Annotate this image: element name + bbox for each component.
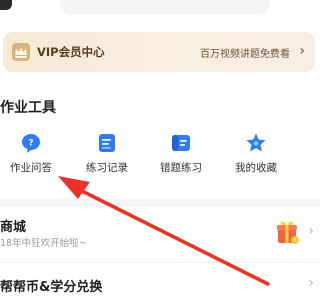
tool-my-favorites[interactable]: 我的收藏 <box>221 132 291 180</box>
vip-subtitle: 百万视频讲题免费看 <box>200 49 290 60</box>
exchange-title: 帮帮币&学分兑换 <box>0 280 103 295</box>
tool-wrong-question[interactable]: 错题练习 <box>146 132 216 180</box>
vip-center-banner[interactable]: VIP会员中心 百万视频讲题免费看 › <box>3 32 315 72</box>
tool-label: 我的收藏 <box>235 162 277 174</box>
tool-label: 错题练习 <box>160 162 202 174</box>
question-chat-icon: ? <box>22 134 40 153</box>
chevron-right-icon: › <box>308 275 314 291</box>
tool-practice-record[interactable]: 练习记录 <box>72 132 142 180</box>
row-divider <box>0 262 320 263</box>
wrong-question-icon <box>172 135 190 151</box>
header-fragment <box>60 0 270 14</box>
chevron-right-icon: › <box>308 223 314 239</box>
vip-title: VIP会员中心 <box>37 45 105 59</box>
mall-subtitle: 18年中狂欢开始啦~ <box>0 238 87 249</box>
chevron-right-icon: › <box>299 43 305 59</box>
tool-homework-qa[interactable]: ? 作业问答 <box>0 132 66 180</box>
top-strip <box>0 0 320 22</box>
practice-record-icon <box>99 134 115 152</box>
section-divider <box>0 199 320 207</box>
homework-tools-title: 作业工具 <box>0 100 56 116</box>
mall-row[interactable]: 商城 18年中狂欢开始啦~ ¥ › <box>0 207 320 259</box>
svg-text:¥: ¥ <box>293 238 296 244</box>
favorites-icon <box>246 133 266 152</box>
gift-box-icon: ¥ <box>277 221 299 244</box>
tool-label: 作业问答 <box>10 162 52 174</box>
tool-label: 练习记录 <box>86 162 128 174</box>
avatar-fragment <box>0 0 12 10</box>
svg-text:?: ? <box>28 139 33 149</box>
mall-title: 商城 <box>0 220 27 235</box>
exchange-row[interactable]: 帮帮币&学分兑换 › <box>0 266 320 300</box>
crown-icon <box>12 43 30 61</box>
